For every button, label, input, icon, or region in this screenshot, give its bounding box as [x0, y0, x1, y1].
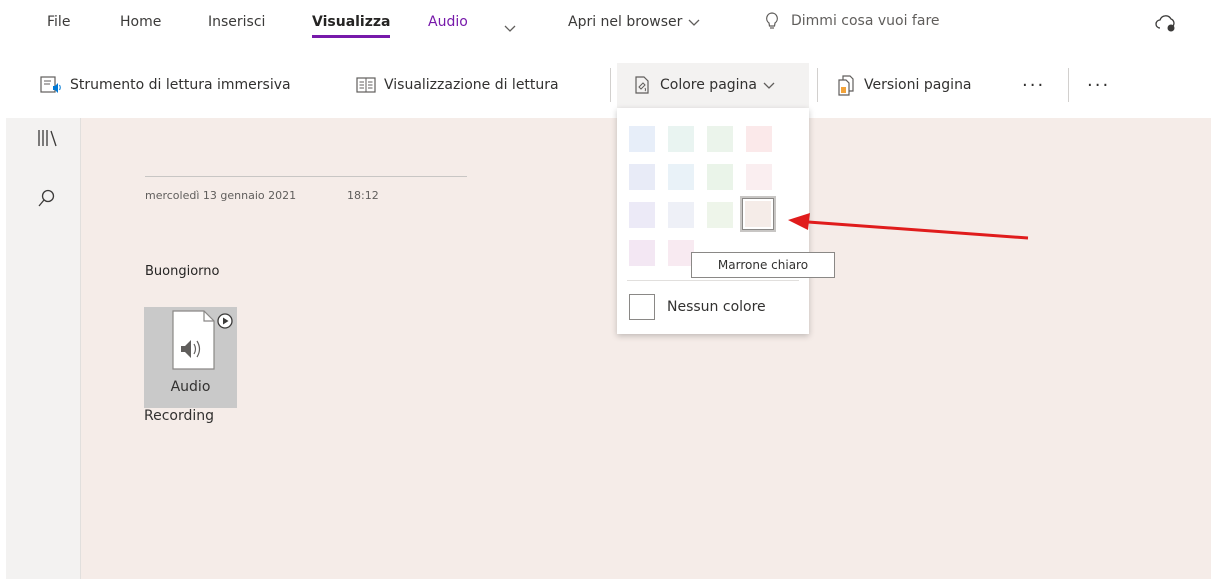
tell-me-placeholder: Dimmi cosa vuoi fare	[791, 13, 940, 29]
page-versions-label: Versioni pagina	[864, 77, 972, 93]
reading-view-icon	[356, 77, 376, 93]
dropdown-divider	[627, 280, 799, 281]
overflow-button[interactable]: ···	[1087, 70, 1110, 100]
page-versions-icon	[838, 75, 854, 96]
color-swatch[interactable]	[668, 126, 694, 152]
chevron-down-icon	[688, 19, 700, 26]
toolbar-separator	[610, 68, 611, 102]
color-swatch[interactable]	[629, 164, 655, 190]
reading-view-label: Visualizzazione di lettura	[384, 77, 559, 93]
color-swatch[interactable]	[707, 126, 733, 152]
page-date: mercoledì 13 gennaio 2021	[145, 189, 297, 202]
page-time: 18:12	[347, 189, 379, 202]
page-body-text[interactable]: Buongiorno	[145, 264, 219, 279]
color-swatch[interactable]	[668, 164, 694, 190]
sync-status-icon[interactable]	[1154, 13, 1178, 37]
tab-audio[interactable]: Audio	[428, 14, 468, 30]
immersive-reader-button[interactable]: Strumento di lettura immersiva	[40, 70, 291, 100]
notebooks-icon[interactable]	[37, 128, 59, 152]
chevron-down-icon	[763, 82, 775, 89]
audio-label-line1: Audio	[170, 379, 211, 395]
ribbon-collapse-chevron-icon[interactable]	[504, 18, 516, 37]
color-swatch[interactable]	[629, 202, 655, 228]
reading-view-button[interactable]: Visualizzazione di lettura	[356, 70, 559, 100]
annotation-arrow	[788, 213, 1029, 240]
color-swatch[interactable]	[707, 164, 733, 190]
page-versions-button[interactable]: Versioni pagina	[836, 70, 972, 100]
no-color-swatch	[629, 294, 655, 320]
tab-visualizza[interactable]: Visualizza	[312, 14, 391, 38]
color-swatch[interactable]	[707, 202, 733, 228]
color-swatch[interactable]	[629, 126, 655, 152]
no-color-option[interactable]: Nessun colore	[629, 294, 766, 320]
tab-home[interactable]: Home	[120, 14, 161, 30]
immersive-reader-label: Strumento di lettura immersiva	[70, 77, 291, 93]
color-swatch[interactable]	[668, 202, 694, 228]
toolbar-separator	[1068, 68, 1069, 102]
open-in-browser-label: Apri nel browser	[568, 14, 683, 30]
tab-inserisci[interactable]: Inserisci	[208, 14, 265, 30]
color-swatch[interactable]	[629, 240, 655, 266]
open-in-browser-button[interactable]: Apri nel browser	[568, 14, 700, 30]
search-icon[interactable]	[37, 188, 57, 212]
no-color-label: Nessun colore	[667, 299, 766, 315]
audio-file-icon	[172, 310, 233, 370]
color-swatch-selected[interactable]	[742, 198, 774, 230]
more-options-button[interactable]: ···	[1022, 70, 1045, 100]
title-underline	[145, 176, 467, 177]
color-swatch[interactable]	[746, 164, 772, 190]
audio-recording-attachment[interactable]: Audio Recording	[144, 307, 254, 424]
audio-label-line2: Recording	[144, 408, 254, 424]
toolbar-separator	[817, 68, 818, 102]
swatch-tooltip: Marrone chiaro	[691, 252, 835, 278]
immersive-reader-icon	[40, 76, 61, 93]
tell-me-search[interactable]: Dimmi cosa vuoi fare	[765, 12, 940, 30]
page-color-button[interactable]: Colore pagina	[632, 70, 775, 100]
lightbulb-icon	[766, 12, 778, 29]
page-color-icon	[635, 76, 649, 94]
tab-file[interactable]: File	[47, 14, 70, 30]
color-swatch[interactable]	[746, 126, 772, 152]
page-color-label: Colore pagina	[660, 77, 758, 93]
